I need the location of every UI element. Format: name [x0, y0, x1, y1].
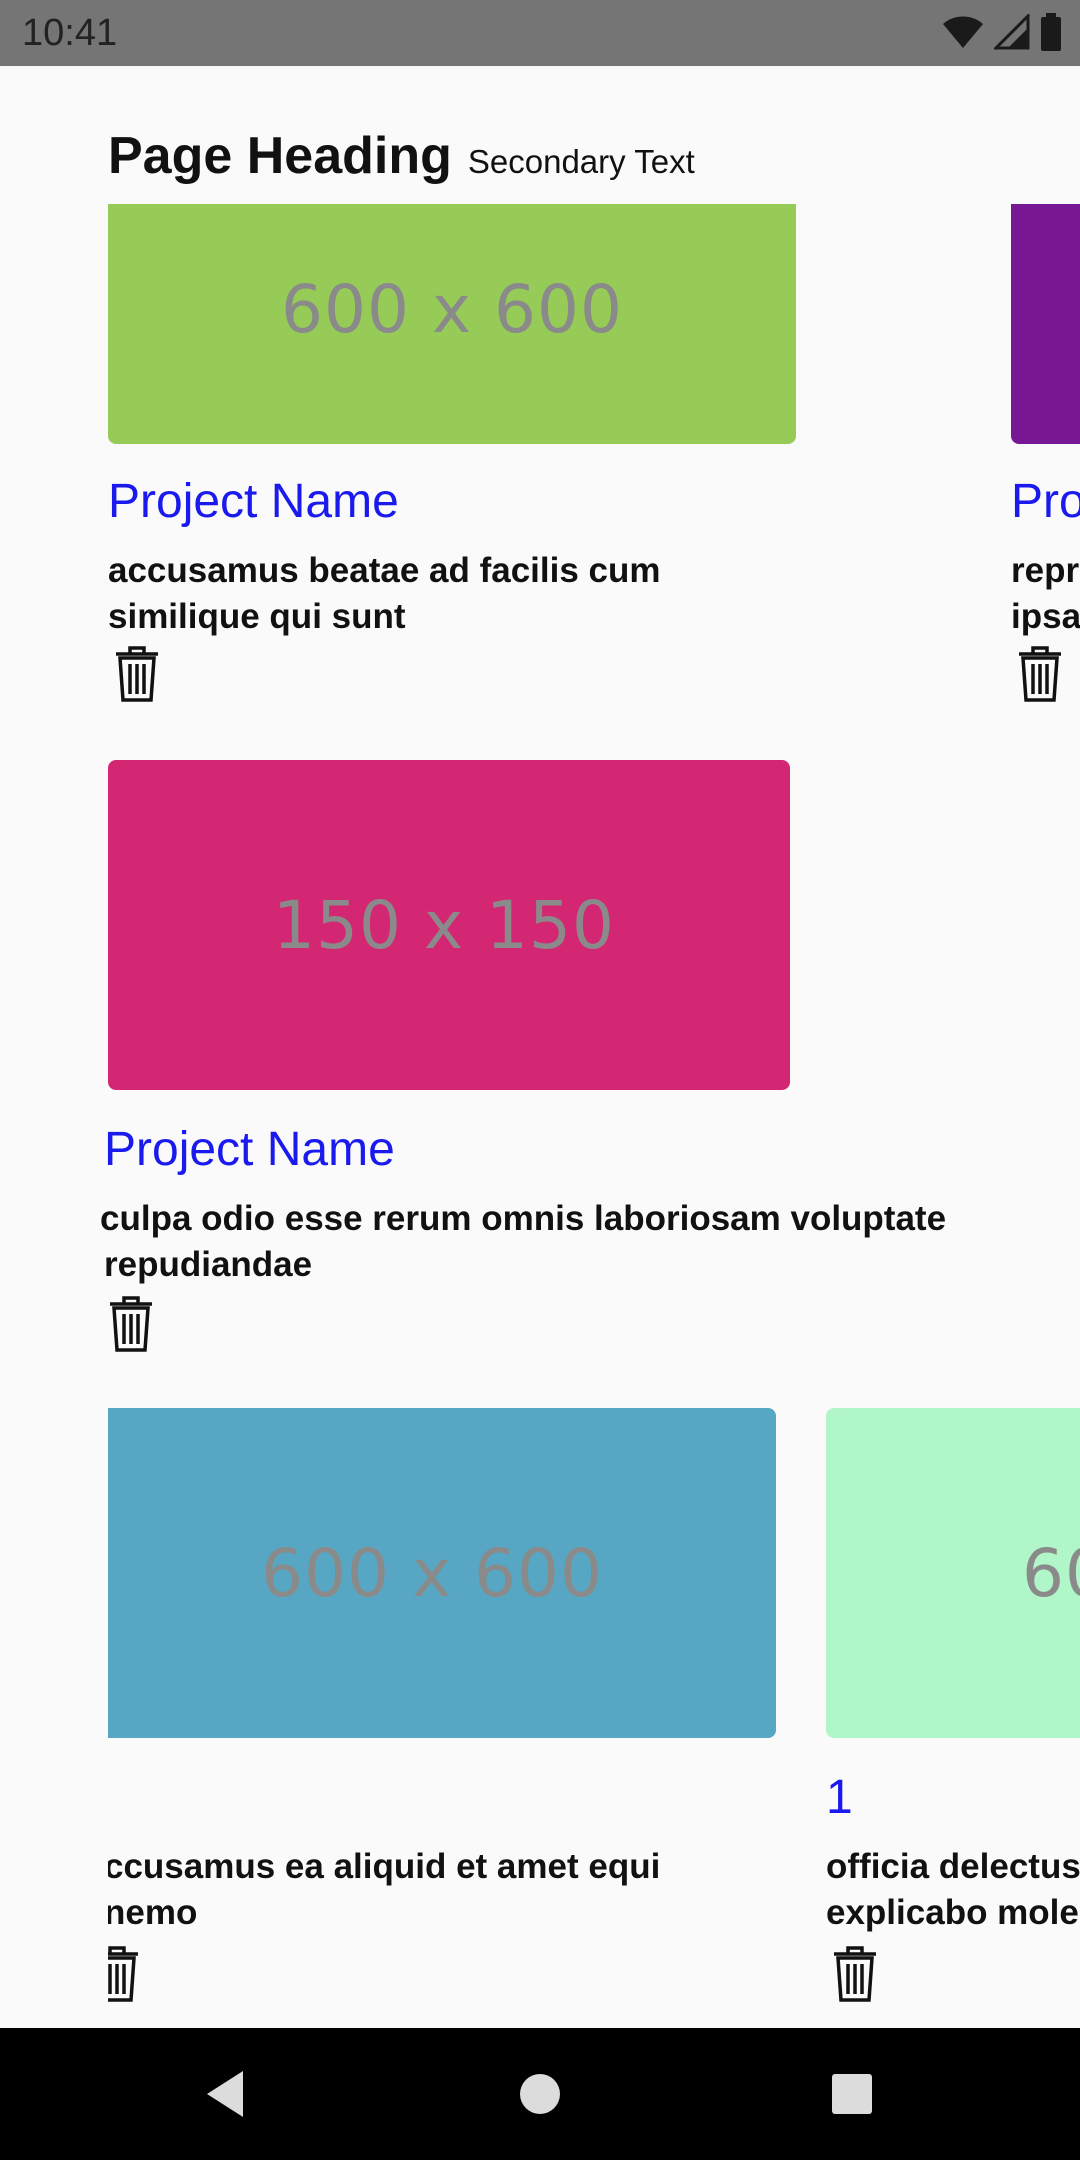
trash-icon[interactable]	[106, 1294, 156, 1354]
page-header: Page Heading Secondary Text	[108, 126, 695, 186]
image-placeholder-label: 60	[1022, 1534, 1080, 1612]
app-screen: 10:41 Page Heading Secondary Text 600 x …	[0, 0, 1080, 2160]
image-placeholder-label: 600 x 600	[281, 270, 623, 348]
trash-icon[interactable]	[1015, 644, 1065, 704]
project-description: officia delectus explicabo mole	[826, 1847, 1080, 1932]
image-placeholder-label: 600 x 600	[261, 1534, 603, 1612]
project-card[interactable]: 60 1 officia delectus explicabo mole	[826, 1408, 1080, 2028]
trash-icon[interactable]	[830, 1944, 880, 2004]
project-card[interactable]: 150 x 150 Project Name culpa odio esse r…	[100, 760, 1004, 1360]
status-bar: 10:41	[0, 0, 1080, 66]
cellular-signal-icon	[992, 11, 1030, 55]
project-image[interactable]	[1011, 204, 1080, 444]
project-title[interactable]: 1	[826, 1770, 853, 1825]
page-heading: Page Heading	[108, 127, 452, 185]
trash-icon[interactable]	[108, 1944, 142, 2004]
recents-icon[interactable]	[816, 2058, 888, 2130]
status-time: 10:41	[22, 12, 118, 54]
project-title[interactable]: Project Name	[104, 1122, 395, 1177]
project-description: ccusamus ea aliquid et amet equi nemo	[108, 1847, 661, 1932]
project-image[interactable]: 600 x 600	[108, 1408, 776, 1738]
wifi-icon	[942, 15, 984, 54]
back-icon[interactable]	[190, 2058, 262, 2130]
project-image[interactable]: 60	[826, 1408, 1080, 1738]
secondary-text: Secondary Text	[467, 143, 695, 180]
project-card[interactable]: 600 x 600 Project Name accusamus beatae …	[108, 204, 798, 724]
project-description: accusamus beatae ad facilis cum similiqu…	[108, 551, 661, 636]
battery-icon	[1040, 12, 1062, 56]
status-icons	[942, 11, 1062, 56]
project-title[interactable]: Pro	[1011, 474, 1080, 529]
project-card[interactable]: 600 x 600 ccusamus ea aliquid et amet eq…	[108, 1408, 788, 2028]
project-card[interactable]: Pro repr ipsa	[1011, 204, 1080, 724]
trash-icon[interactable]	[112, 644, 162, 704]
project-image[interactable]: 150 x 150	[108, 760, 790, 1090]
project-grid[interactable]: 600 x 600 Project Name accusamus beatae …	[0, 204, 1080, 2028]
project-title[interactable]: Project Name	[108, 474, 399, 529]
navigation-bar	[0, 2028, 1080, 2160]
project-description: culpa odio esse rerum omnis laboriosam v…	[100, 1199, 947, 1284]
image-placeholder-label: 150 x 150	[273, 886, 615, 964]
project-description: repr ipsa	[1011, 551, 1080, 636]
project-image[interactable]: 600 x 600	[108, 204, 796, 444]
home-icon[interactable]	[504, 2058, 576, 2130]
